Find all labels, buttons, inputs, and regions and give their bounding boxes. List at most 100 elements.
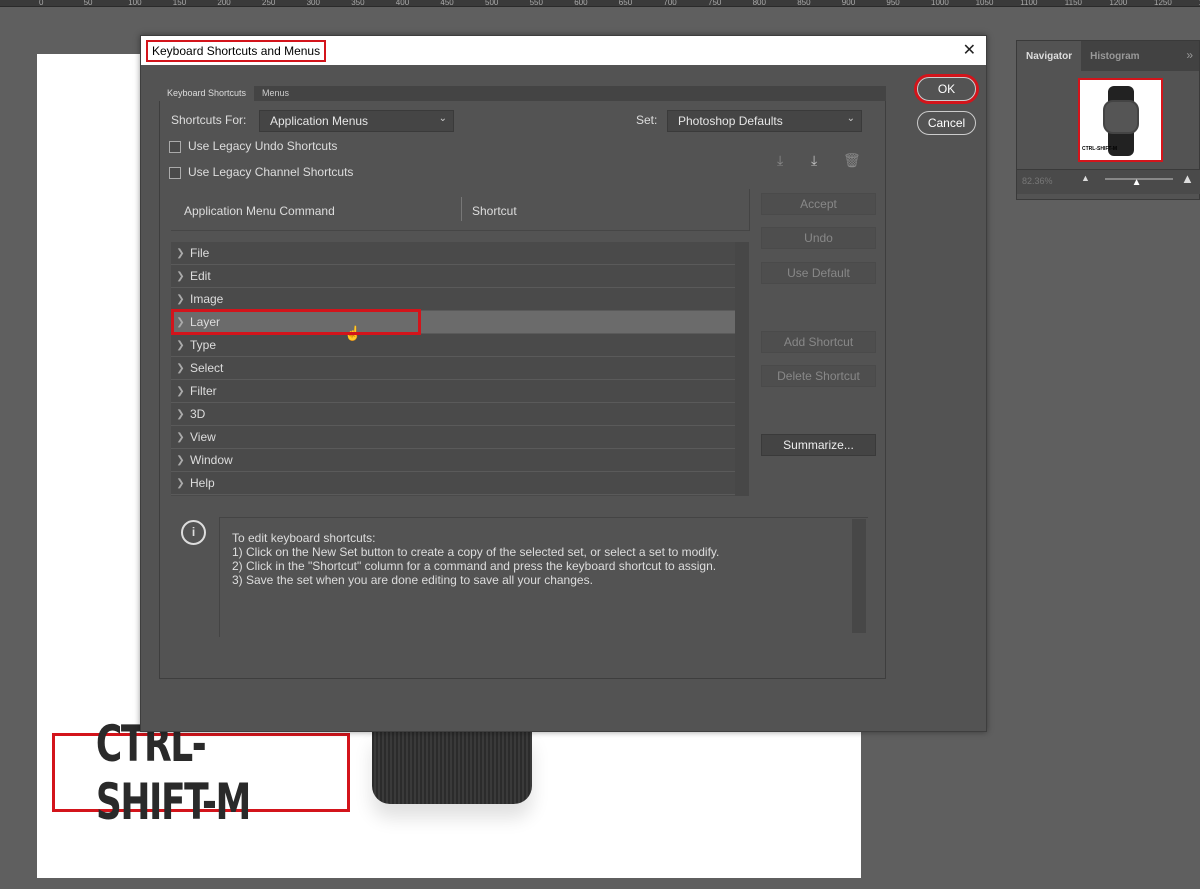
- chevron-right-icon[interactable]: ❯: [171, 248, 190, 259]
- ruler-tick-label: 1200: [1109, 0, 1128, 7]
- watch-face: [1103, 100, 1139, 134]
- side-button-add-shortcut[interactable]: Add Shortcut: [761, 331, 876, 353]
- table-row[interactable]: ❯ Edit: [171, 265, 735, 288]
- ruler-tick-label: 300: [306, 0, 320, 7]
- row-label: Image: [190, 292, 224, 306]
- save-set-as-icon[interactable]: ⤓: [811, 152, 817, 169]
- zoom-in-icon[interactable]: ▲: [1181, 171, 1194, 186]
- chevron-right-icon[interactable]: ❯: [171, 294, 190, 305]
- watch-strap-image: [372, 732, 532, 804]
- row-label: Type: [190, 338, 217, 352]
- row-label: Window: [190, 453, 233, 467]
- ok-button[interactable]: OK: [917, 77, 976, 101]
- set-select[interactable]: Photoshop Defaults ⌄: [667, 110, 862, 132]
- ruler-tick-label: 1050: [975, 0, 994, 7]
- table-row[interactable]: ❯ File: [171, 242, 735, 265]
- thumb-text: CTRL-SHIFT-M: [1082, 146, 1117, 152]
- tab-navigator[interactable]: Navigator: [1017, 41, 1082, 71]
- shortcuts-for-value: Application Menus: [270, 114, 369, 128]
- info-line: 3) Save the set when you are done editin…: [232, 573, 593, 587]
- chevron-down-icon: ⌄: [438, 113, 447, 124]
- ok-label: OK: [937, 82, 956, 96]
- row-label: Select: [190, 361, 224, 375]
- chevron-right-icon[interactable]: ❯: [171, 363, 190, 374]
- ruler-tick-label: 1150: [1064, 0, 1082, 7]
- table-row[interactable]: ❯ Filter: [171, 380, 735, 403]
- chevron-right-icon[interactable]: ❯: [171, 478, 190, 489]
- checkbox-icon[interactable]: [169, 140, 181, 153]
- info-line: 1) Click on the New Set button to create…: [232, 545, 720, 559]
- info-line: To edit keyboard shortcuts:: [232, 531, 376, 545]
- row-label: View: [190, 430, 216, 444]
- legacy-channel-checkbox[interactable]: Use Legacy Channel Shortcuts: [169, 165, 353, 179]
- column-header-shortcut: Shortcut: [472, 204, 517, 218]
- table-row[interactable]: ❯ Type: [171, 334, 735, 357]
- row-label: Help: [190, 476, 215, 490]
- layer-highlight-box: [171, 309, 421, 335]
- ruler-tick-label: 1100: [1020, 0, 1038, 7]
- chevron-right-icon[interactable]: ❯: [171, 340, 190, 351]
- ruler-tick-label: 500: [485, 0, 499, 7]
- navigator-thumbnail[interactable]: CTRL-SHIFT-M: [1078, 78, 1163, 162]
- ruler-tick-label: 800: [752, 0, 766, 7]
- shortcuts-for-select[interactable]: Application Menus ⌄: [259, 110, 454, 132]
- info-scrollbar[interactable]: [852, 519, 866, 633]
- table-row[interactable]: ❯ Image: [171, 288, 735, 311]
- zoom-slider-handle[interactable]: ▲: [1132, 177, 1142, 188]
- row-label: Edit: [190, 269, 211, 283]
- ruler-tick-label: 450: [440, 0, 454, 7]
- ruler-tick-label: 0: [39, 0, 44, 7]
- ruler-tick-label: 650: [618, 0, 633, 7]
- checkbox-label: Use Legacy Channel Shortcuts: [188, 165, 354, 179]
- table-row[interactable]: ❯ Select: [171, 357, 735, 380]
- side-button-delete-shortcut[interactable]: Delete Shortcut: [761, 365, 876, 387]
- tab-menus[interactable]: Menus: [254, 86, 297, 101]
- table-row[interactable]: ❯ Help: [171, 472, 735, 495]
- title-bar: Keyboard Shortcuts and Menus ✕: [141, 36, 986, 65]
- ruler-tick-label: 1250: [1154, 0, 1172, 7]
- shortcuts-for-label: Shortcuts For:: [171, 113, 247, 127]
- info-line: 2) Click in the "Shortcut" column for a …: [232, 559, 717, 573]
- chevron-right-icon[interactable]: ❯: [171, 271, 190, 282]
- chevron-right-icon[interactable]: ❯: [171, 409, 190, 420]
- side-button-undo[interactable]: Undo: [761, 227, 876, 249]
- table-row[interactable]: ❯ View: [171, 426, 735, 449]
- zoom-out-icon[interactable]: ▲: [1081, 173, 1090, 183]
- list-scrollbar[interactable]: [735, 242, 749, 496]
- close-icon[interactable]: ✕: [963, 40, 976, 60]
- ruler-tick-label: 150: [172, 0, 187, 7]
- ruler-tick-label: 100: [128, 0, 142, 7]
- info-text: To edit keyboard shortcuts: 1) Click on …: [219, 517, 868, 637]
- tab-keyboard-shortcuts[interactable]: Keyboard Shortcuts: [159, 86, 255, 101]
- ruler-tick-label: 400: [395, 0, 410, 7]
- chevron-right-icon[interactable]: ❯: [171, 432, 190, 443]
- side-button-use-default[interactable]: Use Default: [761, 262, 876, 284]
- chevron-right-icon[interactable]: ❯: [171, 386, 190, 397]
- save-set-icon[interactable]: ⤓: [777, 152, 783, 169]
- info-icon: i: [181, 520, 206, 545]
- ruler-tick-label: 750: [708, 0, 722, 7]
- cancel-button[interactable]: Cancel: [917, 111, 976, 135]
- row-label: 3D: [190, 407, 206, 421]
- column-header-command: Application Menu Command: [184, 204, 335, 218]
- ruler-tick-label: 900: [841, 0, 856, 7]
- zoom-value[interactable]: 82.36%: [1022, 176, 1053, 186]
- ruler-tick-label: 550: [529, 0, 543, 7]
- ruler-tick-label: 600: [574, 0, 588, 7]
- checkbox-label: Use Legacy Undo Shortcuts: [188, 139, 338, 153]
- set-value: Photoshop Defaults: [678, 114, 783, 128]
- table-row[interactable]: ❯ 3D: [171, 403, 735, 426]
- checkbox-icon[interactable]: [169, 166, 181, 179]
- ruler-tick-label: 700: [663, 0, 677, 7]
- table-row[interactable]: ❯ Window: [171, 449, 735, 472]
- ruler-tick-label: 950: [886, 0, 900, 7]
- tab-histogram[interactable]: Histogram: [1081, 41, 1148, 71]
- ruler-tick-label: 200: [217, 0, 231, 7]
- panel-menu-icon[interactable]: »: [1180, 41, 1199, 71]
- ruler-tick-label: 50: [83, 0, 93, 7]
- side-button-summarize[interactable]: Summarize...: [761, 434, 876, 456]
- legacy-undo-checkbox[interactable]: Use Legacy Undo Shortcuts: [169, 139, 337, 153]
- side-button-accept[interactable]: Accept: [761, 193, 876, 215]
- trash-icon[interactable]: 🗑: [843, 152, 861, 169]
- chevron-right-icon[interactable]: ❯: [171, 455, 190, 466]
